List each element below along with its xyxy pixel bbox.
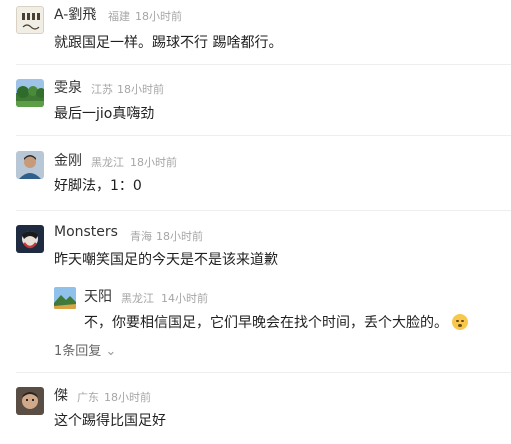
avatar[interactable] [16,151,44,179]
timestamp: 18小时前 [135,10,182,23]
divider [16,64,511,65]
avatar[interactable] [16,225,44,253]
character-avatar-icon [16,225,44,253]
calligraphy-logo-icon [22,13,40,30]
reply-location: 黑龙江 [121,292,154,305]
reply-text: 不，你要相信国足，它们早晚会在找个时间，丢个大脸的。 [84,312,468,332]
location: 福建 [108,10,130,23]
smirk-emoji-icon [452,314,468,330]
person-photo-icon [16,151,44,179]
location: 青海 [130,230,152,243]
username[interactable]: Monsters [54,224,118,240]
reply-count-label: 1条回复 [54,344,102,359]
comment-text: 昨天嘲笑国足的今天是不是该来道歉 [54,252,278,268]
location: 江苏 [91,83,113,96]
location: 黑龙江 [91,156,124,169]
view-replies-link[interactable]: 1条回复 ⌄ [54,340,116,359]
username[interactable]: 雯泉 [54,77,82,97]
divider [16,210,511,211]
location: 广东 [77,391,99,404]
avatar[interactable] [54,287,76,309]
avatar[interactable] [16,79,44,107]
reply-text-content: 不，你要相信国足，它们早晚会在找个时间，丢个大脸的。 [84,315,448,331]
reply-username[interactable]: 天阳 [84,286,112,306]
avatar[interactable] [16,387,44,415]
timestamp: 18小时前 [130,156,177,169]
mountain-photo-icon [54,287,76,309]
timestamp: 18小时前 [104,391,151,404]
landscape-photo-icon [16,79,44,107]
reply-timestamp: 14小时前 [161,292,208,305]
comment-text: 最后一jio真嗨劲 [54,106,155,122]
chevron-down-icon: ⌄ [105,344,117,359]
username[interactable]: 傑 [54,385,68,405]
timestamp: 18小时前 [117,83,164,96]
comment-text: 这个踢得比国足好 [54,413,166,429]
comment-text: 好脚法，1：0 [54,178,142,194]
divider [16,372,511,373]
avatar[interactable] [16,6,44,34]
username[interactable]: A-劉飛 [54,4,96,24]
comment-text: 就跟国足一样。踢球不行 踢啥都行。 [54,35,283,51]
username[interactable]: 金刚 [54,150,82,170]
face-photo-icon [16,387,44,415]
divider [16,135,511,136]
timestamp: 18小时前 [156,230,203,243]
